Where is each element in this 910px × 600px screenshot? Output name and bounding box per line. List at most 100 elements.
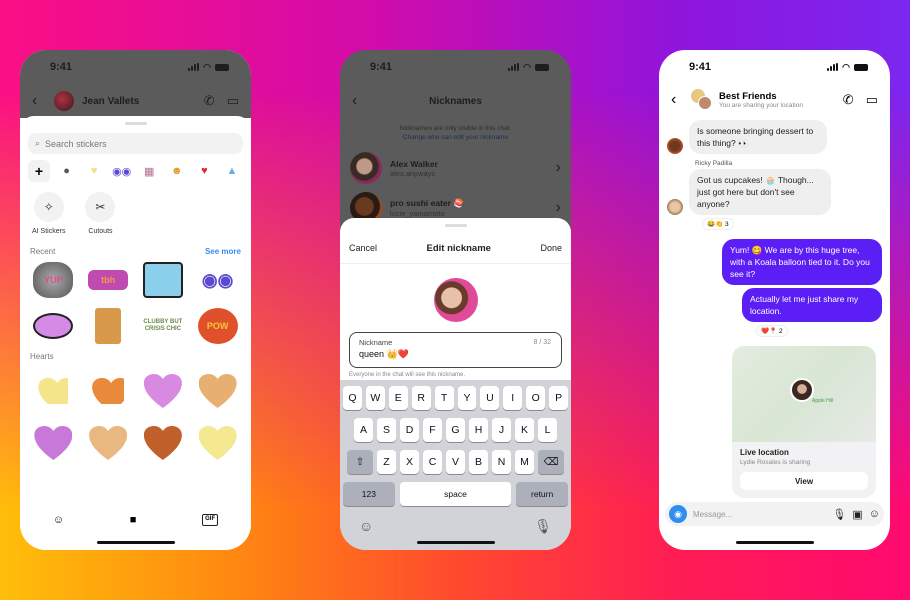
video-call-icon[interactable]: ▭: [227, 93, 239, 109]
avatar-icon[interactable]: ☺: [53, 514, 64, 526]
sticker-icon[interactable]: ■: [130, 514, 137, 526]
key-t[interactable]: T: [434, 386, 454, 410]
sticker[interactable]: [26, 306, 81, 346]
sticker[interactable]: [190, 423, 245, 463]
tab-recent-icon[interactable]: ●: [56, 160, 78, 182]
group-avatar[interactable]: [691, 89, 713, 111]
key-n[interactable]: N: [492, 450, 511, 474]
home-indicator: [416, 541, 495, 544]
sticker[interactable]: tbh: [81, 260, 136, 300]
contact-name[interactable]: Jean Vallets: [82, 96, 196, 107]
sticker[interactable]: ◉◉: [190, 260, 245, 300]
cutouts-button[interactable]: ✂ Cutouts: [85, 192, 116, 235]
sticker[interactable]: CLUBBY BUT CRISIS CHIC: [136, 306, 191, 346]
key-f[interactable]: F: [423, 418, 442, 442]
key-j[interactable]: J: [492, 418, 511, 442]
char-counter: 8 / 32: [533, 339, 551, 346]
key-p[interactable]: P: [549, 386, 569, 410]
shift-key[interactable]: ⇧: [347, 450, 373, 474]
key-l[interactable]: L: [538, 418, 557, 442]
search-stickers-input[interactable]: ⌕ Search stickers: [28, 133, 243, 154]
sticker-text: CLUBBY BUT CRISIS CHIC: [143, 319, 183, 332]
key-i[interactable]: I: [503, 386, 523, 410]
key-m[interactable]: M: [515, 450, 534, 474]
sheet-handle[interactable]: [444, 224, 467, 227]
tab-eyes-icon[interactable]: ◉◉: [111, 160, 133, 182]
nickname-input[interactable]: Nickname queen 👑❤️ 8 / 32: [349, 332, 562, 368]
sticker[interactable]: [190, 371, 245, 411]
phone-call-icon[interactable]: ✆: [204, 93, 215, 109]
key-q[interactable]: Q: [342, 386, 362, 410]
sticker[interactable]: [81, 423, 136, 463]
tab-character-icon[interactable]: ☻: [166, 160, 188, 182]
sticker[interactable]: [26, 371, 81, 411]
key-y[interactable]: Y: [457, 386, 477, 410]
key-z[interactable]: Z: [377, 450, 396, 474]
sheet-handle[interactable]: [124, 122, 147, 125]
gallery-icon[interactable]: ▣: [852, 508, 862, 521]
sticker[interactable]: YUP: [26, 260, 81, 300]
message-input[interactable]: Message...: [693, 510, 826, 519]
key-k[interactable]: K: [515, 418, 534, 442]
sticker-icon[interactable]: ☺: [869, 508, 880, 520]
back-icon[interactable]: ‹: [32, 92, 46, 110]
numbers-key[interactable]: 123: [343, 482, 395, 506]
signal-icon: [827, 63, 839, 71]
done-button[interactable]: Done: [540, 243, 562, 253]
tab-red-heart-icon[interactable]: ♥: [193, 160, 215, 182]
sticker[interactable]: [81, 371, 136, 411]
key-r[interactable]: R: [411, 386, 431, 410]
add-sticker-button[interactable]: +: [28, 160, 50, 182]
location-title: Live location: [740, 448, 789, 457]
message-bubble[interactable]: Got us cupcakes! 🧁 Though... just got he…: [689, 169, 831, 215]
key-o[interactable]: O: [526, 386, 546, 410]
key-a[interactable]: A: [354, 418, 373, 442]
key-x[interactable]: X: [400, 450, 419, 474]
camera-icon[interactable]: ◉: [669, 505, 687, 523]
ai-stickers-button[interactable]: ✧ AI Stickers: [32, 192, 65, 235]
microphone-icon[interactable]: 🎙︎: [832, 508, 846, 521]
sticker[interactable]: [136, 260, 191, 300]
key-e[interactable]: E: [388, 386, 408, 410]
sticker[interactable]: [136, 371, 191, 411]
key-d[interactable]: D: [400, 418, 419, 442]
reactions[interactable]: 😂👏 3: [703, 219, 733, 229]
key-u[interactable]: U: [480, 386, 500, 410]
key-w[interactable]: W: [365, 386, 385, 410]
live-location-card[interactable]: Apple Hill Live location Lydie Rosales i…: [732, 346, 876, 498]
back-icon[interactable]: ‹: [671, 91, 685, 109]
sticker[interactable]: [26, 423, 81, 463]
reactions[interactable]: ❤️📍 2: [757, 326, 787, 336]
tab-blue-character-icon[interactable]: ▲: [221, 160, 243, 182]
cancel-button[interactable]: Cancel: [349, 243, 377, 253]
change-permission-link[interactable]: Change who can edit your nickname: [340, 133, 571, 142]
key-h[interactable]: H: [469, 418, 488, 442]
map[interactable]: Apple Hill: [732, 346, 876, 442]
return-key[interactable]: return: [516, 482, 569, 506]
emoji-icon[interactable]: ☺: [359, 518, 373, 535]
key-g[interactable]: G: [446, 418, 465, 442]
sticker[interactable]: POW: [190, 306, 245, 346]
microphone-icon[interactable]: 🎙︎: [534, 518, 552, 535]
key-c[interactable]: C: [423, 450, 442, 474]
space-key[interactable]: space: [399, 482, 512, 506]
tab-pack-icon[interactable]: ▦: [138, 160, 160, 182]
key-v[interactable]: V: [446, 450, 465, 474]
key-s[interactable]: S: [377, 418, 396, 442]
message-bubble-outgoing[interactable]: Actually let me just share my location.: [742, 288, 882, 322]
video-call-icon[interactable]: ▭: [866, 92, 878, 108]
back-icon[interactable]: ‹: [352, 92, 366, 110]
message-bubble-outgoing[interactable]: Yum! 😋 We are by this huge tree, with a …: [722, 239, 882, 285]
view-button[interactable]: View: [740, 472, 868, 490]
avatar[interactable]: [54, 91, 74, 111]
message-bubble[interactable]: Is someone bringing dessert to this thin…: [689, 120, 827, 154]
see-more-link[interactable]: See more: [205, 247, 241, 256]
sticker[interactable]: [81, 306, 136, 346]
phone-call-icon[interactable]: ✆: [843, 92, 854, 108]
tab-heart-face-icon[interactable]: ♥: [83, 160, 105, 182]
delete-key[interactable]: ⌫: [538, 450, 564, 474]
list-item[interactable]: Alex Walker alex.anyways ›: [340, 148, 571, 188]
sticker[interactable]: [136, 423, 191, 463]
gif-icon[interactable]: GIF: [202, 514, 219, 526]
key-b[interactable]: B: [469, 450, 488, 474]
